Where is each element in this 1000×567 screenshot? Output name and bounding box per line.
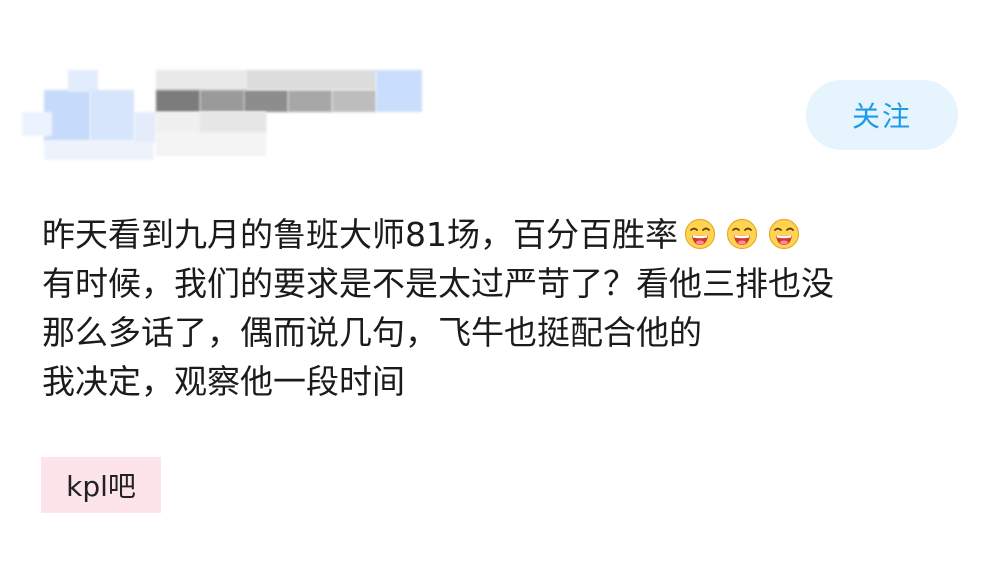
post-line: 那么多话了，偶而说几句，飞牛也挺配合他的 xyxy=(42,313,702,352)
redacted-user-info xyxy=(22,62,442,172)
post-content: 昨天看到九月的鲁班大师81场，百分百胜率 有时候，我们的要求是不是太过严苛了？看… xyxy=(42,210,962,406)
post-line: 我决定，观察他一段时间 xyxy=(42,362,405,401)
emoji-row xyxy=(684,218,800,250)
forum-tag[interactable]: kpl吧 xyxy=(41,457,161,513)
post-card: 关注 昨天看到九月的鲁班大师81场，百分百胜率 有时候，我们的要求是不是太过严苛… xyxy=(0,0,1000,567)
follow-button[interactable]: 关注 xyxy=(806,80,958,150)
post-text: 昨天看到九月的鲁班大师81场，百分百胜率 xyxy=(42,215,678,254)
grin-emoji-icon xyxy=(726,218,758,250)
post-line: 有时候，我们的要求是不是太过严苛了？看他三排也没 xyxy=(42,264,834,303)
grin-emoji-icon xyxy=(684,218,716,250)
grin-emoji-icon xyxy=(768,218,800,250)
post-line: 昨天看到九月的鲁班大师81场，百分百胜率 xyxy=(42,210,962,259)
